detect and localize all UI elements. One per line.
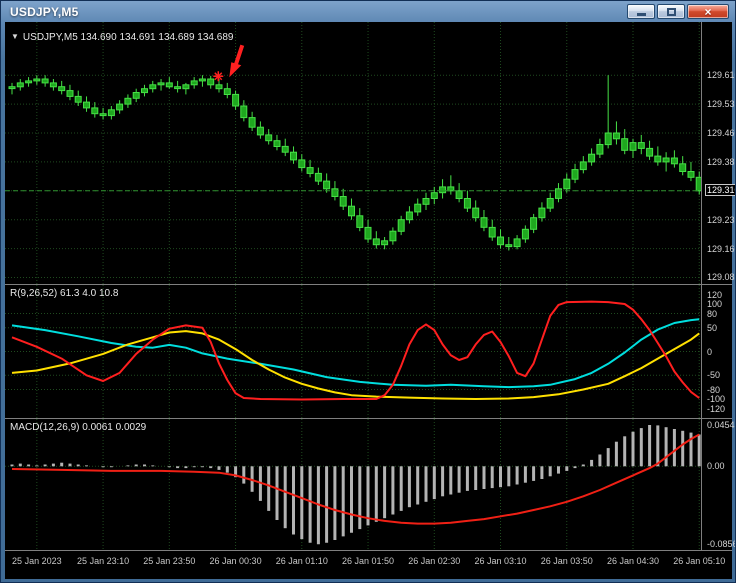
oscillator-axis-tick: 120 (707, 289, 723, 300)
time-axis-label: 25 Jan 23:50 (143, 556, 196, 566)
price-axis-tick: 129.385 (707, 156, 735, 167)
macd-axis-tick: -0.0856 (707, 539, 736, 550)
oscillator-axis-tick: 50 (707, 322, 718, 333)
time-axis-label: 26 Jan 02:30 (408, 556, 461, 566)
oscillator-axis-tick: -100 (707, 394, 726, 404)
macd-signal-line (11, 433, 700, 525)
time-axis-label: 25 Jan 23:10 (77, 556, 130, 566)
oscillator-axis-tick: 100 (707, 299, 723, 309)
panel-separator[interactable] (5, 284, 732, 285)
oscillator-axis-tick: 80 (707, 308, 718, 319)
minimize-button[interactable] (627, 4, 655, 19)
time-axis-label: 26 Jan 00:30 (209, 556, 262, 566)
price-axis-tick: 129.235 (707, 214, 735, 225)
macd-label: MACD(12,26,9) 0.0061 0.0029 (10, 422, 147, 433)
title-bar[interactable]: USDJPY,M5 × (1, 1, 735, 22)
window-title: USDJPY,M5 (10, 4, 79, 19)
price-axis-tick: 129.160 (707, 243, 735, 254)
price-chart-canvas[interactable] (5, 22, 702, 284)
oscillator-axis-tick: 0 (707, 346, 713, 357)
oscillator-axis-tick: -120 (707, 403, 726, 414)
time-axis: 25 Jan 2023 25 Jan 23:10 25 Jan 23:50 26 Ja… (5, 551, 732, 578)
price-axis-tick: 129.460 (707, 127, 735, 138)
panel-separator[interactable] (5, 418, 732, 419)
grid (5, 419, 702, 550)
price-axis-tick: 129.085 (707, 272, 735, 283)
oscillator-axis-tick: -80 (707, 384, 721, 395)
macd-histogram (10, 425, 701, 545)
maximize-button[interactable] (657, 4, 685, 19)
red-line (11, 300, 700, 401)
oscillator-axis-tick: -50 (707, 370, 721, 381)
price-axis: 129.610 129.535 129.460 129.385 129.310 129.2… (704, 22, 735, 578)
chart-client-area: ▼ USDJPY,M5 134.690 134.691 134.689 134.6… (5, 22, 735, 579)
chart-ohlc-text: USDJPY,M5 134.690 134.691 134.689 134.68… (22, 32, 234, 43)
time-axis-label: 26 Jan 01:50 (342, 556, 395, 566)
time-axis-label: 26 Jan 04:30 (606, 556, 660, 566)
time-axis-label: 25 Jan 2023 (12, 556, 62, 566)
maximize-icon (666, 7, 676, 16)
price-axis-tick: 129.610 (707, 70, 735, 81)
time-axis-label: 26 Jan 01:10 (275, 556, 328, 566)
oscillator-label: R(9,26,52) 61.3 4.0 10.8 (10, 288, 119, 299)
close-icon: × (704, 4, 712, 19)
oscillator-canvas[interactable] (5, 285, 702, 418)
application-window: USDJPY,M5 × ▼ USDJPY,M5 134.690 134.691 1… (0, 0, 736, 583)
macd-canvas[interactable] (5, 419, 702, 550)
sell-signal-marker (213, 44, 245, 82)
chart-ohlc-header: ▼ USDJPY,M5 134.690 134.691 134.689 134.6… (11, 32, 233, 43)
time-axis-label: 26 Jan 03:50 (540, 556, 593, 566)
last-price-tag: 129.310 (705, 183, 735, 196)
chevron-down-icon[interactable]: ▼ (11, 32, 19, 41)
yellow-line (11, 330, 700, 400)
macd-axis-tick: 0.00 (707, 461, 725, 472)
cyan-line (11, 318, 700, 389)
time-axis-label: 26 Jan 03:10 (474, 556, 527, 566)
window-controls: × (627, 4, 729, 19)
candlestick-series (8, 75, 702, 251)
macd-axis-tick: 0.0454 (707, 420, 735, 430)
price-axis-separator (701, 22, 702, 551)
price-axis-tick: 129.535 (707, 99, 735, 110)
close-button[interactable]: × (687, 4, 729, 19)
minimize-icon (636, 13, 646, 16)
